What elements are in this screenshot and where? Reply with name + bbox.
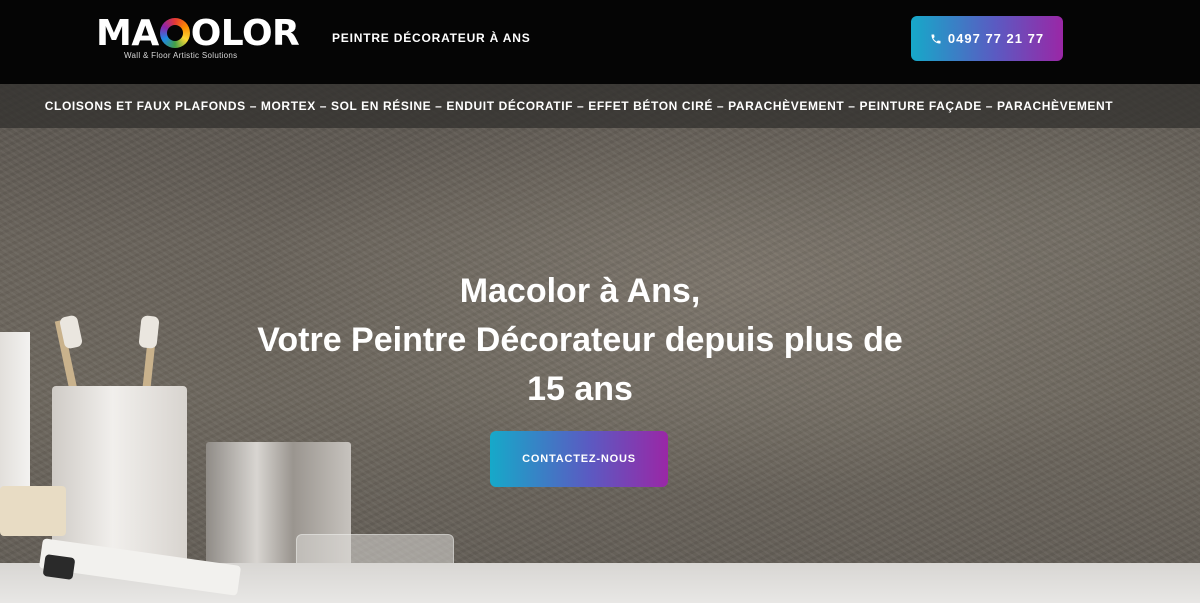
logo-tagline: Wall & Floor Artistic Solutions <box>124 51 238 60</box>
hero-heading-line: Votre Peintre Décorateur depuis plus de <box>257 321 903 359</box>
hero-heading-line: Macolor à Ans, <box>459 272 701 310</box>
logo-color-ring-icon <box>159 18 190 48</box>
decor-cream-cap <box>42 554 76 580</box>
phone-icon <box>931 34 941 43</box>
phone-number-label: 0497 77 21 77 <box>947 31 1045 46</box>
services-nav-link[interactable]: CLOISONS ET FAUX PLAFONDS – MORTEX – SOL… <box>0 99 1158 113</box>
phone-button[interactable]: 0497 77 21 77 <box>911 16 1063 61</box>
decor-cup <box>52 386 187 566</box>
services-nav-band: CLOISONS ET FAUX PLAFONDS – MORTEX – SOL… <box>0 84 1200 128</box>
macolor-logo[interactable]: MA OLOR Wall & Floor Artistic Solutions <box>96 13 300 62</box>
site-title: PEINTRE DÉCORATEUR À ANS <box>332 31 531 45</box>
hero-section: CLOISONS ET FAUX PLAFONDS – MORTEX – SOL… <box>0 84 1200 603</box>
decor-soap <box>0 486 66 536</box>
contact-us-button[interactable]: CONTACTEZ-NOUS <box>490 431 668 487</box>
top-header: MA OLOR Wall & Floor Artistic Solutions P… <box>0 0 1200 84</box>
decor-toothbrush-head <box>138 315 160 349</box>
hero-heading-line: 15 ans <box>527 370 633 408</box>
logo-wordmark: MA OLOR <box>96 13 300 54</box>
hero-heading: Macolor à Ans, Votre Peintre Décorateur … <box>230 267 930 414</box>
